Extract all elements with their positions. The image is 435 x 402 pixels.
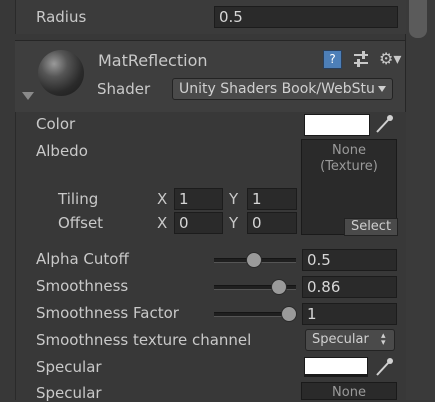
color-swatch[interactable] [304,114,370,136]
smoothness-channel-label: Smoothness texture channel [36,331,252,349]
smoothness-label: Smoothness [36,277,129,295]
material-preview-sphere [38,50,84,96]
specular-texture-label: Specular [36,384,102,402]
tiling-label: Tiling [58,190,99,208]
albedo-select-button[interactable]: Select [344,218,398,236]
tiling-x-label: X [157,190,168,208]
radius-field[interactable]: 0.5 [214,6,398,28]
smoothness-slider-knob[interactable] [271,279,287,295]
updown-arrow-icon: ▴ ▾ [381,331,386,348]
alpha-cutoff-slider-knob[interactable] [246,252,262,268]
vertical-scrollbar[interactable] [405,0,435,400]
radius-label: Radius [36,8,87,26]
alpha-cutoff-label: Alpha Cutoff [36,250,129,268]
tiling-y-label: Y [229,190,239,208]
specular-texture-name: None [332,385,366,400]
smoothness-factor-field[interactable]: 1 [302,303,397,325]
material-name: MatReflection [98,51,208,70]
smoothness-field[interactable]: 0.86 [302,276,397,298]
smoothness-factor-slider-knob[interactable] [281,306,297,322]
offset-y-label: Y [229,214,239,232]
triangle-down-icon[interactable] [22,92,34,100]
scrollbar-thumb[interactable] [409,0,427,38]
offset-x-label: X [157,214,168,232]
albedo-label: Albedo [36,142,88,160]
preset-sliders-icon[interactable] [352,51,370,67]
alpha-cutoff-field[interactable]: 0.5 [302,249,397,271]
tiling-x-field[interactable]: 1 [174,188,223,210]
offset-x-field[interactable]: 0 [174,212,223,234]
shader-dropdown[interactable]: Unity Shaders Book/WebStu [172,78,393,100]
specular-label: Specular [36,358,102,376]
albedo-texture-name: None (Texture) [320,143,378,174]
color-label: Color [36,115,76,133]
eyedropper-icon[interactable] [373,357,395,377]
dropdown-arrow-icon [378,86,386,92]
offset-y-field[interactable]: 0 [247,212,297,234]
gear-icon[interactable]: ⚙▾ [379,50,401,68]
smoothness-factor-label: Smoothness Factor [36,304,179,322]
tiling-y-field[interactable]: 1 [247,188,297,210]
specular-color-swatch[interactable] [304,357,368,377]
eyedropper-icon[interactable] [373,114,395,134]
shader-label: Shader [97,80,151,98]
offset-label: Offset [58,214,104,232]
help-book-icon[interactable]: ? [323,50,342,69]
